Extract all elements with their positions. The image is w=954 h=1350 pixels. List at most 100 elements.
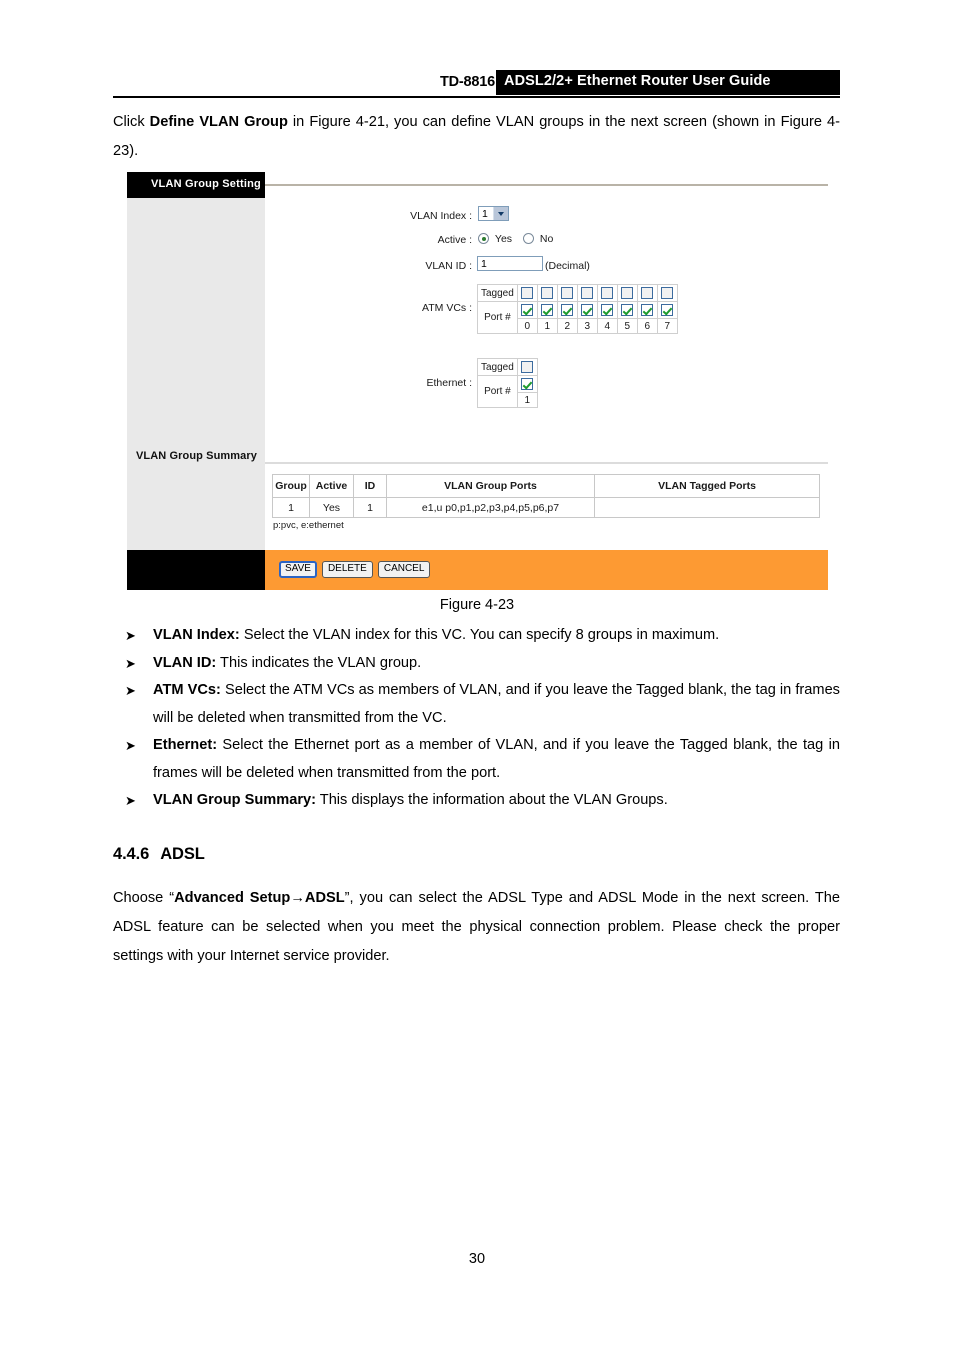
atm-port-cell-0[interactable] [516, 301, 538, 319]
summary-cell-tagged-ports [594, 497, 820, 518]
active-radio-group: Yes No [478, 233, 553, 245]
section-title: ADSL [160, 845, 205, 863]
atm-port-number-0: 0 [516, 318, 538, 334]
header-title-text: ADSL2/2+ Ethernet Router User Guide [504, 73, 771, 89]
atm-tagged-cell-3[interactable] [576, 284, 598, 302]
atm-port-cell-5[interactable] [616, 301, 638, 319]
bullet-text: This indicates the VLAN group. [216, 654, 422, 671]
atm-port-cell-3[interactable] [576, 301, 598, 319]
vlan-index-select[interactable]: 1 [478, 206, 509, 221]
atm-port-cell-4[interactable] [596, 301, 618, 319]
atm-port-checkbox-4[interactable] [601, 304, 614, 316]
cancel-button[interactable]: CANCEL [377, 561, 431, 578]
active-yes-radio[interactable] [478, 233, 489, 244]
eth-tagged-cell-1[interactable] [516, 358, 538, 376]
atm-port-number-3: 3 [576, 318, 598, 334]
atm-port-number-1: 1 [536, 318, 558, 334]
bullet-text: Select the Ethernet port as a member of … [153, 737, 840, 781]
bullet-text: Select the ATM VCs as members of VLAN, a… [153, 682, 840, 726]
section-number: 4.4.6 [113, 845, 150, 863]
table-row[interactable]: 1 Yes 1 e1,u p0,p1,p2,p3,p4,p5,p6,p7 [272, 497, 820, 518]
bullet-arrow-icon: ➤ [125, 683, 136, 698]
atm-tagged-checkbox-5[interactable] [621, 287, 634, 299]
atm-port-checkbox-1[interactable] [541, 304, 554, 316]
ethernet-port-grid: Tagged Port # 1 [477, 358, 538, 408]
list-item: ➤ ATM VCs: Select the ATM VCs as members … [113, 677, 840, 732]
setting-section-divider [265, 184, 828, 186]
atm-port-checkbox-3[interactable] [581, 304, 594, 316]
atm-tagged-label: Tagged [477, 284, 518, 302]
intro-bold-term: Define VLAN Group [149, 114, 288, 130]
atm-port-row: Port # [477, 301, 678, 334]
atm-tagged-cell-0[interactable] [516, 284, 538, 302]
active-no-label: No [539, 233, 554, 245]
atm-vcs-port-grid: Tagged Port # 0 1 2 3 4 5 6 7 [477, 284, 678, 334]
intro-paragraph: Click Define VLAN Group in Figure 4-21, … [113, 108, 840, 166]
atm-port-label: Port # [477, 301, 518, 334]
atm-vcs-label: ATM VCs : [422, 302, 472, 314]
bullet-term: VLAN ID: [153, 654, 217, 671]
bullet-text: Select the VLAN index for this VC. You c… [239, 627, 720, 643]
header-title-banner: ADSL2/2+ Ethernet Router User Guide [496, 70, 840, 95]
atm-port-cell-1[interactable] [536, 301, 558, 319]
atm-port-checkbox-7[interactable] [661, 304, 674, 316]
atm-port-number-4: 4 [596, 318, 618, 334]
atm-port-checkbox-0[interactable] [521, 304, 534, 316]
atm-port-checkbox-5[interactable] [621, 304, 634, 316]
atm-port-checkbox-6[interactable] [641, 304, 654, 316]
figure-caption: Figure 4-23 [439, 597, 515, 613]
summary-col-active: Active [309, 474, 354, 498]
router-ui-screenshot: VLAN Group Setting VLAN Group Summary VL… [127, 172, 828, 590]
eth-tagged-row: Tagged [477, 358, 538, 376]
vlan-group-summary-table: Group Active ID VLAN Group Ports VLAN Ta… [272, 474, 820, 518]
vlan-index-label: VLAN Index : [410, 210, 472, 222]
atm-tagged-checkbox-6[interactable] [641, 287, 654, 299]
atm-tagged-checkbox-4[interactable] [601, 287, 614, 299]
eth-port-cell-1[interactable] [516, 375, 538, 393]
atm-tagged-checkbox-2[interactable] [561, 287, 574, 299]
sidebar-setting-title: VLAN Group Setting [151, 178, 261, 190]
atm-port-cell-7[interactable] [656, 301, 678, 319]
bullet-term: VLAN Group Summary: [153, 792, 316, 808]
header-model-number: TD-8816 [439, 74, 495, 90]
summary-cell-group: 1 [272, 497, 310, 518]
ethernet-label: Ethernet : [426, 377, 472, 389]
atm-port-number-6: 6 [636, 318, 658, 334]
atm-port-cell-6[interactable] [636, 301, 658, 319]
atm-tagged-checkbox-1[interactable] [541, 287, 554, 299]
vlan-id-input[interactable] [477, 256, 543, 271]
atm-tagged-cell-6[interactable] [636, 284, 658, 302]
atm-tagged-cell-1[interactable] [536, 284, 558, 302]
summary-col-group-ports: VLAN Group Ports [386, 474, 595, 498]
atm-port-cell-2[interactable] [556, 301, 578, 319]
eth-tagged-checkbox-1[interactable] [521, 361, 534, 373]
delete-button[interactable]: DELETE [321, 561, 373, 578]
atm-tagged-cell-5[interactable] [616, 284, 638, 302]
summary-col-tagged-ports: VLAN Tagged Ports [594, 474, 820, 498]
summary-col-group: Group [272, 474, 310, 498]
screenshot-sidebar: VLAN Group Setting VLAN Group Summary [127, 172, 265, 550]
screenshot-main-panel: VLAN Index : 1 Active : Yes No VLAN ID :… [265, 172, 828, 550]
atm-tagged-checkbox-7[interactable] [661, 287, 674, 299]
atm-tagged-cell-2[interactable] [556, 284, 578, 302]
bullet-text: This displays the information about the … [315, 792, 668, 808]
atm-port-number-7: 7 [656, 318, 678, 334]
atm-tagged-checkbox-3[interactable] [581, 287, 594, 299]
adsl-para-bold: Advanced Setup→ADSL [174, 890, 345, 906]
atm-tagged-cell-7[interactable] [656, 284, 678, 302]
atm-tagged-cell-4[interactable] [596, 284, 618, 302]
save-button[interactable]: SAVE [279, 561, 317, 578]
page-number: 30 [468, 1251, 486, 1267]
atm-port-checkbox-2[interactable] [561, 304, 574, 316]
bullet-term: ATM VCs: [153, 682, 221, 698]
eth-port-checkbox-1[interactable] [521, 378, 534, 390]
page-title: 4.4.6 ADSL [113, 845, 205, 864]
intro-pre: Click [113, 114, 150, 130]
active-no-radio[interactable] [522, 233, 534, 244]
list-item: ➤ VLAN Group Summary: This displays the i… [113, 787, 840, 815]
eth-tagged-label: Tagged [477, 358, 518, 376]
bullet-term: Ethernet: [153, 737, 218, 753]
eth-port-number-1: 1 [516, 392, 538, 408]
atm-tagged-checkbox-0[interactable] [521, 287, 534, 299]
summary-header-row: Group Active ID VLAN Group Ports VLAN Ta… [272, 474, 820, 498]
